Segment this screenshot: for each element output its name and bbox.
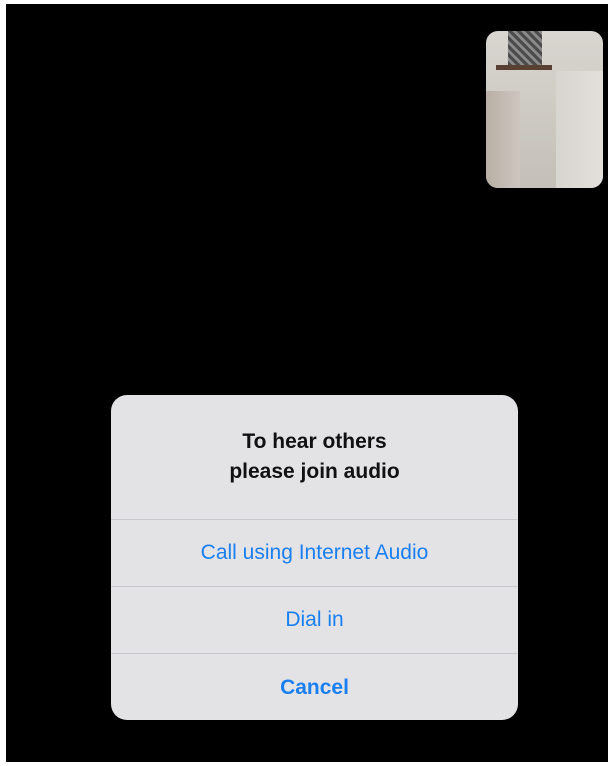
meeting-screen: To hear others please join audio Call us… [6,4,608,762]
call-using-internet-audio-label: Call using Internet Audio [200,541,429,564]
join-audio-alert: To hear others please join audio Call us… [111,395,518,720]
video-wall-art [508,31,542,65]
alert-title: To hear others please join audio [111,395,518,519]
call-using-internet-audio-button[interactable]: Call using Internet Audio [111,519,518,586]
cancel-button[interactable]: Cancel [111,653,518,720]
dial-in-label: Dial in [285,608,344,631]
dial-in-button[interactable]: Dial in [111,586,518,653]
video-light-region [556,71,603,188]
cancel-label: Cancel [280,675,349,699]
alert-title-line-2: please join audio [229,460,400,483]
video-shelf [496,65,552,70]
self-video-preview[interactable] [486,31,603,188]
video-shadow-region [486,91,520,188]
alert-title-line-1: To hear others [242,430,387,453]
